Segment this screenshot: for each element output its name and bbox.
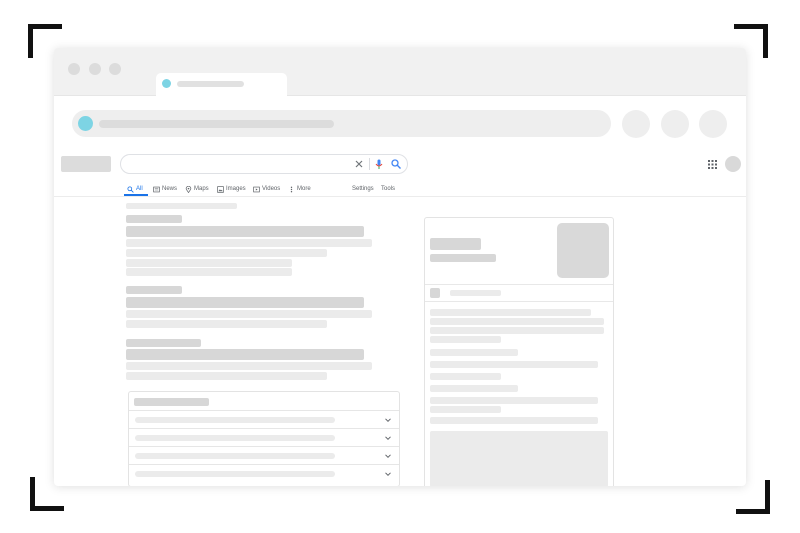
kp-title-placeholder [430, 238, 481, 250]
browser-title-bar [54, 48, 746, 96]
tab-maps-label: Maps [194, 186, 209, 192]
result-snippet-line [126, 268, 292, 276]
window-maximize-dot[interactable] [109, 63, 121, 75]
result-snippet-line [126, 259, 292, 267]
video-icon [253, 186, 260, 192]
chevron-down-icon[interactable] [384, 452, 392, 460]
paa-question-placeholder [135, 453, 335, 459]
chevron-down-icon[interactable] [384, 470, 392, 478]
kp-subtitle-placeholder [430, 254, 496, 262]
news-icon [153, 186, 160, 192]
kp-source-placeholder[interactable] [450, 290, 501, 296]
paa-heading-placeholder [134, 398, 209, 406]
search-icon [127, 185, 134, 193]
map-pin-icon [185, 185, 192, 193]
kp-fact-line [430, 349, 518, 356]
search-divider [369, 158, 370, 170]
close-icon[interactable] [353, 158, 365, 170]
microphone-icon[interactable] [373, 158, 385, 170]
result-snippet-line [126, 320, 327, 328]
logo-placeholder[interactable] [61, 156, 111, 172]
search-icon[interactable] [390, 158, 402, 170]
kp-fact-line [430, 373, 501, 380]
window-close-dot[interactable] [68, 63, 80, 75]
tab-tools-label: Tools [381, 186, 396, 192]
kp-description-line [430, 336, 501, 343]
kp-description-line [430, 309, 591, 316]
tab-videos[interactable]: Videos [253, 182, 280, 196]
search-input[interactable] [120, 154, 408, 174]
paa-question[interactable] [129, 464, 399, 482]
tab-title-placeholder [177, 81, 244, 87]
tab-settings[interactable]: Settings [352, 182, 374, 196]
tab-images[interactable]: Images [217, 182, 246, 196]
toolbar-button-1[interactable] [622, 110, 650, 138]
result-url-placeholder [126, 215, 182, 223]
tab-favicon [162, 79, 171, 88]
tab-images-label: Images [226, 186, 246, 192]
result-snippet-line [126, 372, 327, 380]
browser-window: All News Maps Images Videos More Setting… [54, 48, 746, 486]
tab-all-label: All [136, 186, 143, 192]
chevron-down-icon[interactable] [384, 434, 392, 442]
result-title-placeholder[interactable] [126, 226, 364, 237]
paa-question-placeholder [135, 471, 335, 477]
site-icon [78, 116, 93, 131]
tab-settings-label: Settings [352, 186, 374, 192]
kp-map-placeholder[interactable] [430, 431, 608, 486]
knowledge-panel [424, 217, 614, 486]
chevron-down-icon[interactable] [384, 416, 392, 424]
nav-divider [54, 196, 746, 197]
result-title-placeholder[interactable] [126, 297, 364, 308]
kp-source-icon [430, 288, 440, 298]
paa-question[interactable] [129, 410, 399, 428]
browser-tab[interactable] [156, 73, 287, 96]
image-icon [217, 185, 224, 193]
account-avatar[interactable] [725, 156, 741, 172]
kp-fact-line [430, 417, 598, 424]
kp-divider [425, 301, 613, 302]
kp-description-line [430, 318, 604, 325]
address-bar[interactable] [72, 110, 611, 137]
tab-tools[interactable]: Tools [381, 182, 395, 196]
kp-image-placeholder[interactable] [557, 223, 609, 278]
apps-grid-icon[interactable] [708, 160, 717, 169]
tab-news[interactable]: News [153, 182, 177, 196]
tab-more[interactable]: More [288, 182, 311, 196]
kp-divider [425, 284, 613, 285]
more-vert-icon [290, 186, 293, 192]
result-snippet-line [126, 239, 372, 247]
result-snippet-line [126, 310, 372, 318]
paa-question-placeholder [135, 417, 335, 423]
result-snippet-line [126, 362, 372, 370]
kp-fact-line [430, 361, 598, 368]
toolbar-button-3[interactable] [699, 110, 727, 138]
kp-fact-line [430, 397, 598, 404]
tab-maps[interactable]: Maps [185, 182, 209, 196]
window-minimize-dot[interactable] [89, 63, 101, 75]
kp-fact-line [430, 406, 501, 413]
tab-more-label: More [297, 186, 311, 192]
result-url-placeholder [126, 339, 201, 347]
paa-question[interactable] [129, 428, 399, 446]
result-snippet-line [126, 249, 327, 257]
url-placeholder [99, 120, 334, 128]
kp-fact-line [430, 385, 518, 392]
people-also-ask-box [128, 391, 400, 486]
result-stats-placeholder [126, 203, 237, 209]
paa-question-placeholder [135, 435, 335, 441]
toolbar-button-2[interactable] [661, 110, 689, 138]
result-title-placeholder[interactable] [126, 349, 364, 360]
kp-description-line [430, 327, 604, 334]
paa-question[interactable] [129, 446, 399, 464]
tab-news-label: News [162, 186, 178, 192]
result-url-placeholder [126, 286, 182, 294]
tab-videos-label: Videos [262, 186, 281, 192]
